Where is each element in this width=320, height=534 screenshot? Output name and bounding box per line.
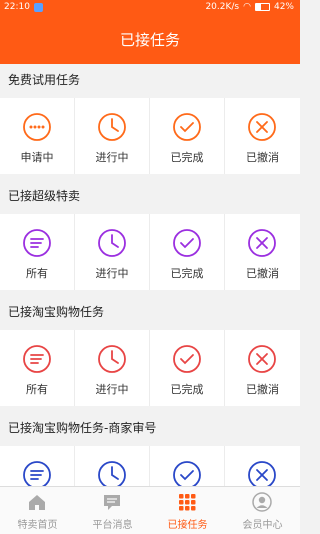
- bottom-tab-bar: 特卖首页 平台消息 已接任务 会员中心: [0, 486, 300, 534]
- section-title: 已接淘宝购物任务: [0, 296, 300, 328]
- task-filter-label: 已撤消: [246, 267, 279, 280]
- notification-icon: [34, 3, 43, 12]
- task-filter-button[interactable]: 申请中: [0, 98, 75, 174]
- task-filter-label: 申请中: [20, 151, 54, 164]
- section-grid: 所有 进行中 已完成 已撤消: [0, 214, 300, 290]
- page-title: 已接任务: [119, 31, 180, 49]
- status-time: 22:10: [4, 2, 30, 12]
- task-filter-label: 已撤消: [246, 151, 279, 164]
- task-filter-button[interactable]: 进行中: [75, 330, 150, 406]
- task-filter-button[interactable]: 已完成: [150, 214, 225, 290]
- tab-label: 已接任务: [167, 520, 208, 531]
- tab-label: 特卖首页: [17, 520, 58, 531]
- tab-label: 平台消息: [92, 520, 133, 531]
- task-filter-label: 已撤消: [246, 383, 279, 396]
- task-filter-button[interactable]: 已撤消: [225, 214, 300, 290]
- task-filter-label: 进行中: [95, 151, 129, 164]
- battery-icon: [254, 3, 270, 11]
- battery-percent: 42%: [273, 2, 294, 12]
- network-speed: 20.2K/s: [205, 2, 240, 12]
- status-right: 20.2K/s ◠ 42%: [205, 2, 294, 12]
- app-header: 已接任务: [0, 16, 300, 64]
- task-filter-label: 已完成: [170, 151, 204, 164]
- tab-user[interactable]: 会员中心: [225, 487, 300, 534]
- home-icon: [27, 492, 47, 516]
- task-filter-button[interactable]: 已撤消: [225, 330, 300, 406]
- user-icon: [252, 492, 272, 516]
- grid-icon: [177, 492, 197, 516]
- task-filter-button[interactable]: 所有: [0, 214, 75, 290]
- task-filter-label: 所有: [26, 383, 48, 396]
- tab-message[interactable]: 平台消息: [75, 487, 150, 534]
- task-filter-label: 已完成: [170, 267, 204, 280]
- tab-home[interactable]: 特卖首页: [0, 487, 75, 534]
- status-bar: 22:10 20.2K/s ◠ 42%: [0, 0, 300, 16]
- wifi-icon: ◠: [243, 2, 251, 12]
- tab-grid[interactable]: 已接任务: [150, 487, 225, 534]
- task-filter-label: 进行中: [95, 267, 129, 280]
- task-filter-button[interactable]: 已完成: [150, 330, 225, 406]
- section-title: 已接淘宝购物任务-商家审号: [0, 412, 300, 444]
- section-title: 已接超级特卖: [0, 180, 300, 212]
- section-grid: 所有 进行中 已完成 已撤消: [0, 330, 300, 406]
- task-filter-label: 所有: [26, 267, 48, 280]
- task-filter-button[interactable]: 进行中: [75, 214, 150, 290]
- task-filter-button[interactable]: 所有: [0, 330, 75, 406]
- task-filter-label: 进行中: [95, 383, 129, 396]
- section-grid: 申请中 进行中 已完成 已撤消: [0, 98, 300, 174]
- message-icon: [102, 492, 122, 516]
- task-filter-label: 已完成: [170, 383, 204, 396]
- task-filter-button[interactable]: 已撤消: [225, 98, 300, 174]
- tab-label: 会员中心: [242, 520, 283, 531]
- section-title: 免费试用任务: [0, 64, 300, 96]
- task-filter-button[interactable]: 已完成: [150, 98, 225, 174]
- task-filter-button[interactable]: 进行中: [75, 98, 150, 174]
